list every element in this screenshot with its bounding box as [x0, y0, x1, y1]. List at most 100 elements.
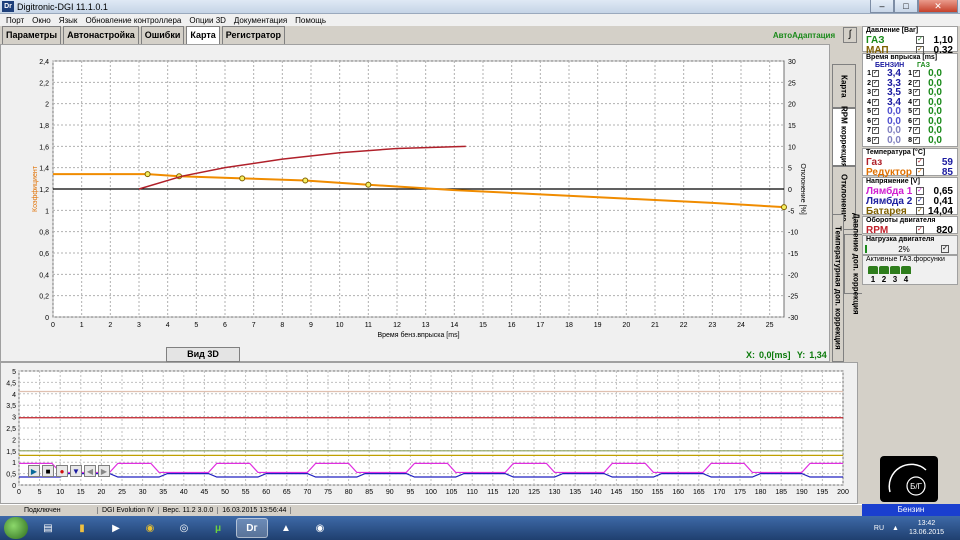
- recorder-x-tick: 190: [796, 489, 808, 496]
- tray-arrow-icon[interactable]: ▲: [892, 525, 899, 532]
- torrent-icon[interactable]: μ: [202, 518, 234, 538]
- media-player-icon[interactable]: ▶: [100, 518, 132, 538]
- petrol-injector-checkbox[interactable]: ✓: [872, 89, 879, 97]
- gas-injector-checkbox[interactable]: ✓: [913, 127, 920, 135]
- playback-controls: ▶ ■ ● ▼ ◀ ▶: [28, 465, 112, 477]
- clock[interactable]: 13:42 13.06.2015: [909, 519, 944, 537]
- minimize-button[interactable]: –: [870, 0, 894, 13]
- injector-number: 7: [908, 127, 912, 135]
- load-checkbox[interactable]: ✓: [941, 245, 949, 253]
- tab-parameters[interactable]: Параметры: [2, 26, 62, 44]
- folder-icon[interactable]: ▮: [66, 518, 98, 538]
- menu-documentation[interactable]: Документация: [234, 16, 287, 25]
- language-indicator[interactable]: RU: [874, 525, 884, 532]
- coefficient-point[interactable]: [781, 204, 787, 211]
- lambda2-checkbox[interactable]: ✓: [916, 197, 924, 205]
- petrol-injector-checkbox[interactable]: ✓: [872, 98, 879, 106]
- gas-injector-checkbox[interactable]: ✓: [913, 89, 920, 97]
- load-value: 2%: [898, 244, 910, 254]
- close-button[interactable]: ✕: [918, 0, 958, 13]
- menu-options-3d[interactable]: Опции 3D: [189, 16, 226, 25]
- x-tick-label: 20: [622, 322, 630, 329]
- gas-temperature-row: Газ ✓ 59: [863, 157, 957, 168]
- petrol-injector-checkbox[interactable]: ✓: [872, 79, 879, 87]
- gas-injector-checkbox[interactable]: ✓: [913, 117, 920, 125]
- coefficient-point[interactable]: [239, 175, 246, 182]
- x-tick-label: 13: [422, 322, 430, 329]
- injection-columns: БЕНЗИН ГАЗ: [863, 62, 957, 69]
- record-button[interactable]: ●: [56, 465, 68, 477]
- rewind-button[interactable]: ◀: [84, 465, 96, 477]
- save-down-button[interactable]: ▼: [70, 465, 82, 477]
- recorder-x-tick: 75: [324, 489, 332, 496]
- tool-icon[interactable]: ▲: [270, 518, 302, 538]
- menu-window[interactable]: Окно: [32, 16, 51, 25]
- recorder-x-tick: 95: [407, 489, 415, 496]
- autoadapt-icon[interactable]: ∫: [843, 27, 857, 43]
- injector-number: 6: [867, 117, 871, 125]
- stop-button[interactable]: ■: [42, 465, 54, 477]
- x-tick-label: 22: [680, 322, 688, 329]
- x-tick-label: 12: [393, 322, 401, 329]
- paint-icon[interactable]: ◉: [304, 518, 336, 538]
- menu-port[interactable]: Порт: [6, 16, 24, 25]
- autoadapt-button[interactable]: АвтоАдаптация: [766, 28, 842, 43]
- y2-tick-label: 10: [788, 144, 796, 151]
- gas-injector-checkbox[interactable]: ✓: [913, 108, 920, 116]
- gas-injector-checkbox[interactable]: ✓: [913, 79, 920, 87]
- digitronic-taskbar-button[interactable]: Dг: [236, 518, 268, 538]
- explorer-icon[interactable]: ▤: [32, 518, 64, 538]
- y-tick-label: 2,4: [39, 59, 49, 66]
- tab-errors[interactable]: Ошибки: [140, 26, 185, 44]
- petrol-injector-checkbox[interactable]: ✓: [872, 127, 879, 135]
- app-icon: Dr: [2, 1, 14, 12]
- menu-firmware-update[interactable]: Обновление контроллера: [85, 16, 181, 25]
- gas-injector-checkbox[interactable]: ✓: [913, 136, 920, 144]
- y-tick-label: 0,4: [39, 272, 49, 279]
- recorder-x-tick: 195: [817, 489, 829, 496]
- recorder-x-tick: 80: [345, 489, 353, 496]
- vtab-rpm-correction[interactable]: RPM коррекция: [832, 106, 856, 168]
- menu-language[interactable]: Язык: [59, 16, 78, 25]
- petrol-injector-checkbox[interactable]: ✓: [872, 136, 879, 144]
- gas-injection-value: 0,0: [928, 134, 942, 146]
- petrol-injector-checkbox[interactable]: ✓: [872, 70, 879, 78]
- maximize-button[interactable]: □: [894, 0, 918, 13]
- coefficient-point[interactable]: [365, 181, 372, 188]
- injector-number: 3: [908, 89, 912, 97]
- browser-icon[interactable]: ◎: [168, 518, 200, 538]
- coefficient-point[interactable]: [144, 171, 151, 178]
- x-tick-label: 8: [280, 322, 284, 329]
- rpm-checkbox[interactable]: ✓: [916, 226, 924, 234]
- play-button[interactable]: ▶: [28, 465, 40, 477]
- gas-pressure-checkbox[interactable]: ✓: [916, 36, 924, 44]
- tab-map[interactable]: Карта: [186, 26, 220, 44]
- petrol-injector-checkbox[interactable]: ✓: [872, 108, 879, 116]
- y-value: 1,34: [809, 350, 827, 360]
- reducer-temperature-checkbox[interactable]: ✓: [916, 168, 924, 176]
- vtab-map[interactable]: Карта: [832, 64, 856, 108]
- menu-help[interactable]: Помощь: [295, 16, 326, 25]
- vtab-temperature-correction[interactable]: Температурная доп. коррекция: [832, 214, 844, 362]
- forward-button[interactable]: ▶: [98, 465, 110, 477]
- start-button[interactable]: [4, 517, 28, 539]
- petrol-injector-checkbox[interactable]: ✓: [872, 117, 879, 125]
- gas-injector-checkbox[interactable]: ✓: [913, 70, 920, 78]
- tab-autotuning[interactable]: Автонастройка: [63, 26, 139, 44]
- x-tick-label: 6: [223, 322, 227, 329]
- battery-checkbox[interactable]: ✓: [916, 207, 924, 215]
- map-chart[interactable]: 0 0,2 0,4 0,6 0,8 1 1,2 1,4 1,6 1,8 2 2,2 2,4 -30 -25 -…: [1, 45, 831, 363]
- coefficient-point[interactable]: [302, 177, 309, 184]
- tab-recorder[interactable]: Регистратор: [221, 26, 286, 44]
- injection-row-8: 8 ✓ 0,0 8 ✓ 0,0: [863, 134, 957, 146]
- lambda1-checkbox[interactable]: ✓: [916, 187, 924, 195]
- chrome-icon[interactable]: ◉: [134, 518, 166, 538]
- injection-section: Время впрыска [ms] БЕНЗИН ГАЗ 1 ✓ 3,4 1 ✓ 0,0…: [862, 53, 958, 147]
- logo-text: Б/Г: [910, 482, 922, 491]
- gas-temperature-checkbox[interactable]: ✓: [916, 158, 924, 166]
- parameters-sidebar: Давление [Bar] ГАЗ ✓ 1,10 МАП ✓ 0,32 Вре…: [862, 26, 960, 504]
- gas-injector-checkbox[interactable]: ✓: [913, 98, 920, 106]
- window-title: Digitronic-DGI 11.1.0.1: [17, 1, 108, 12]
- view-3d-button[interactable]: Вид 3D: [166, 347, 240, 362]
- fuel-switch-logo[interactable]: Б/Г: [880, 456, 938, 502]
